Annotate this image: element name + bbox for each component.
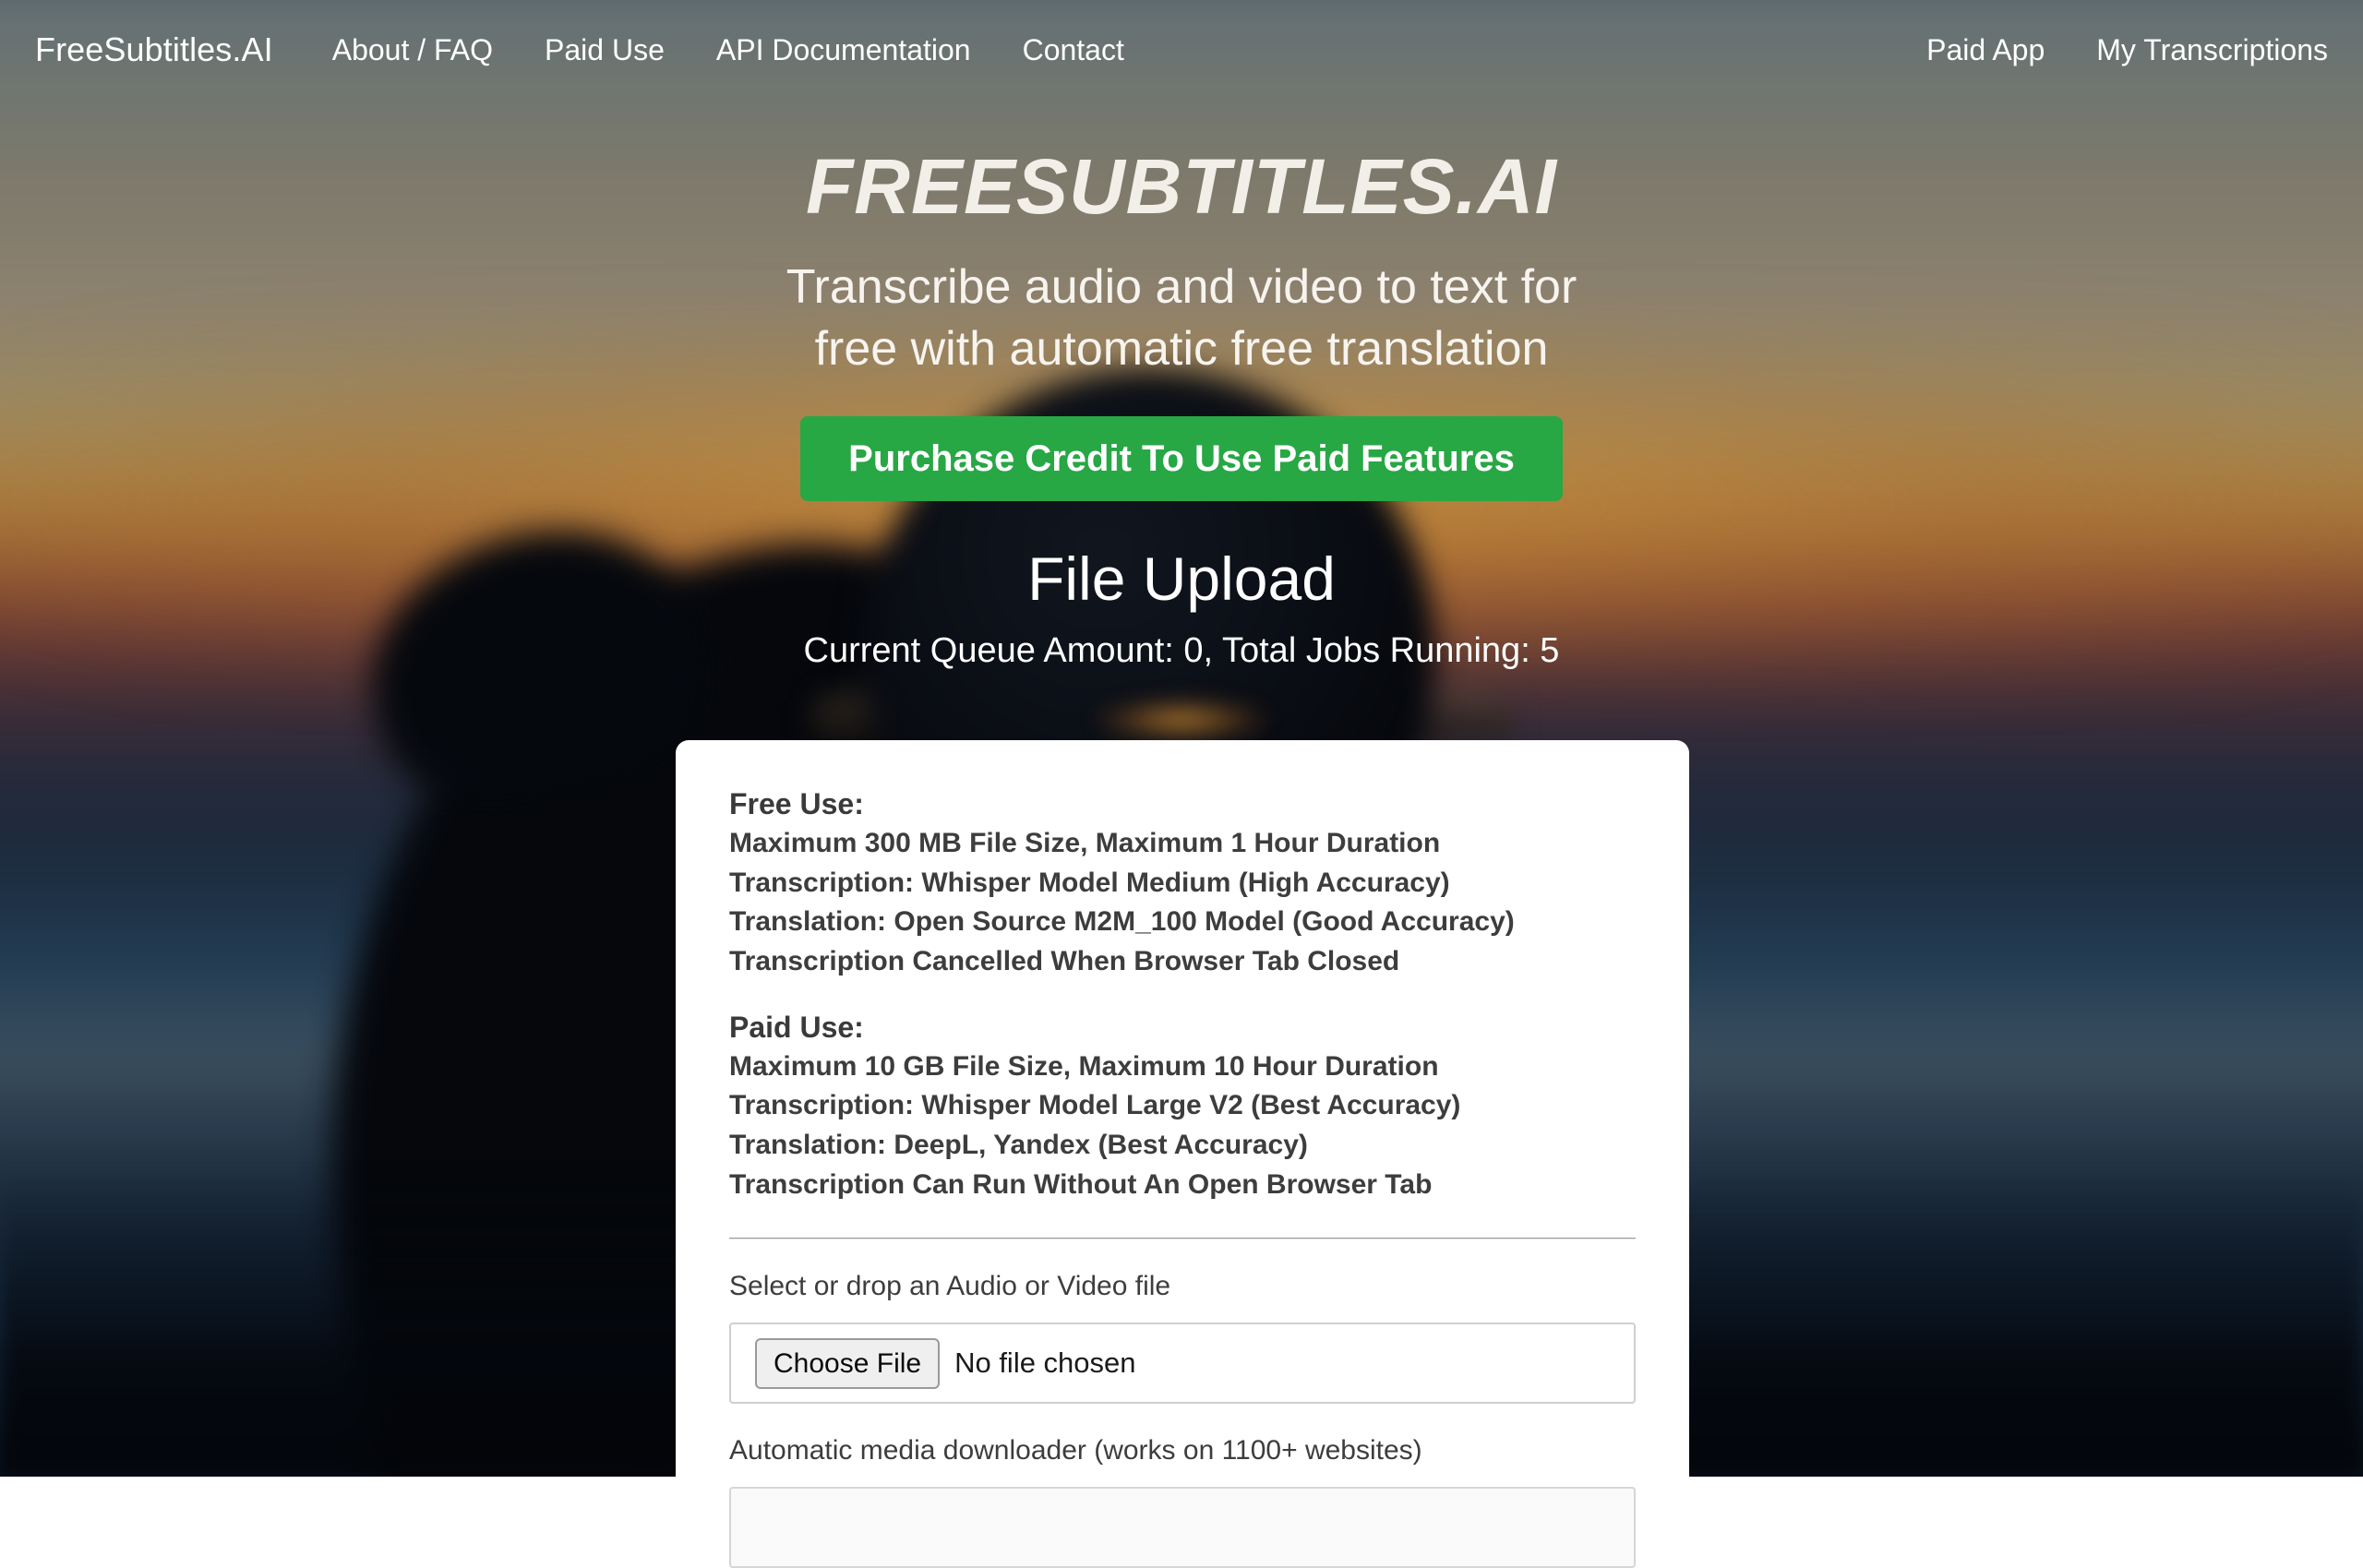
free-use-line-2: Transcription: Whisper Model Medium (Hig… xyxy=(729,864,1636,904)
nav-link-paid-app[interactable]: Paid App xyxy=(1926,33,2045,67)
file-field-label: Select or drop an Audio or Video file xyxy=(729,1267,1636,1306)
file-upload-heading: File Upload xyxy=(0,545,2363,613)
free-use-line-4: Transcription Cancelled When Browser Tab… xyxy=(729,942,1636,982)
file-input[interactable]: Choose File No file chosen xyxy=(729,1323,1636,1404)
nav-link-api-documentation[interactable]: API Documentation xyxy=(716,33,971,67)
media-downloader-label: Automatic media downloader (works on 110… xyxy=(729,1431,1636,1470)
upload-card: Free Use: Maximum 300 MB File Size, Maxi… xyxy=(676,740,1689,1568)
paid-use-line-4: Transcription Can Run Without An Open Br… xyxy=(729,1166,1636,1205)
page-title: FREESUBTITLES.AI xyxy=(0,148,2363,225)
paid-use-heading: Paid Use: xyxy=(729,1008,1636,1047)
file-upload-header: File Upload Current Queue Amount: 0, Tot… xyxy=(0,545,2363,671)
card-divider xyxy=(729,1238,1636,1239)
hero-subtitle-line-1: Transcribe audio and video to text for xyxy=(0,257,2363,318)
nav-link-about-faq[interactable]: About / FAQ xyxy=(332,33,493,67)
queue-status-text: Current Queue Amount: 0, Total Jobs Runn… xyxy=(0,631,2363,671)
file-chosen-status: No file chosen xyxy=(954,1347,1135,1380)
nav-link-paid-use[interactable]: Paid Use xyxy=(545,33,665,67)
nav-link-my-transcriptions[interactable]: My Transcriptions xyxy=(2096,33,2328,67)
paid-use-block: Paid Use: Maximum 10 GB File Size, Maxim… xyxy=(729,1008,1636,1205)
nav-link-contact[interactable]: Contact xyxy=(1023,33,1124,67)
navbar-right-group: Paid App My Transcriptions xyxy=(1875,33,2328,67)
free-use-line-1: Maximum 300 MB File Size, Maximum 1 Hour… xyxy=(729,824,1636,864)
free-use-line-3: Translation: Open Source M2M_100 Model (… xyxy=(729,903,1636,942)
media-url-input[interactable] xyxy=(729,1487,1636,1568)
navbar-left-group: FreeSubtitles.AI About / FAQ Paid Use AP… xyxy=(35,30,1176,69)
paid-use-line-1: Maximum 10 GB File Size, Maximum 10 Hour… xyxy=(729,1047,1636,1087)
free-use-heading: Free Use: xyxy=(729,784,1636,824)
purchase-credit-button[interactable]: Purchase Credit To Use Paid Features xyxy=(800,416,1563,501)
hero-section: FREESUBTITLES.AI Transcribe audio and vi… xyxy=(0,0,2363,671)
hero-subtitle: Transcribe audio and video to text for f… xyxy=(0,257,2363,379)
choose-file-button[interactable]: Choose File xyxy=(755,1338,940,1389)
paid-use-line-3: Translation: DeepL, Yandex (Best Accurac… xyxy=(729,1126,1636,1166)
navbar-brand-link[interactable]: FreeSubtitles.AI xyxy=(35,30,273,69)
free-use-block: Free Use: Maximum 300 MB File Size, Maxi… xyxy=(729,784,1636,982)
crystal-ball-glint xyxy=(1098,701,1265,738)
cta-container: Purchase Credit To Use Paid Features xyxy=(0,416,2363,501)
hero-subtitle-line-2: free with automatic free translation xyxy=(0,318,2363,380)
main-navbar: FreeSubtitles.AI About / FAQ Paid Use AP… xyxy=(0,0,2363,100)
paid-use-line-2: Transcription: Whisper Model Large V2 (B… xyxy=(729,1086,1636,1126)
